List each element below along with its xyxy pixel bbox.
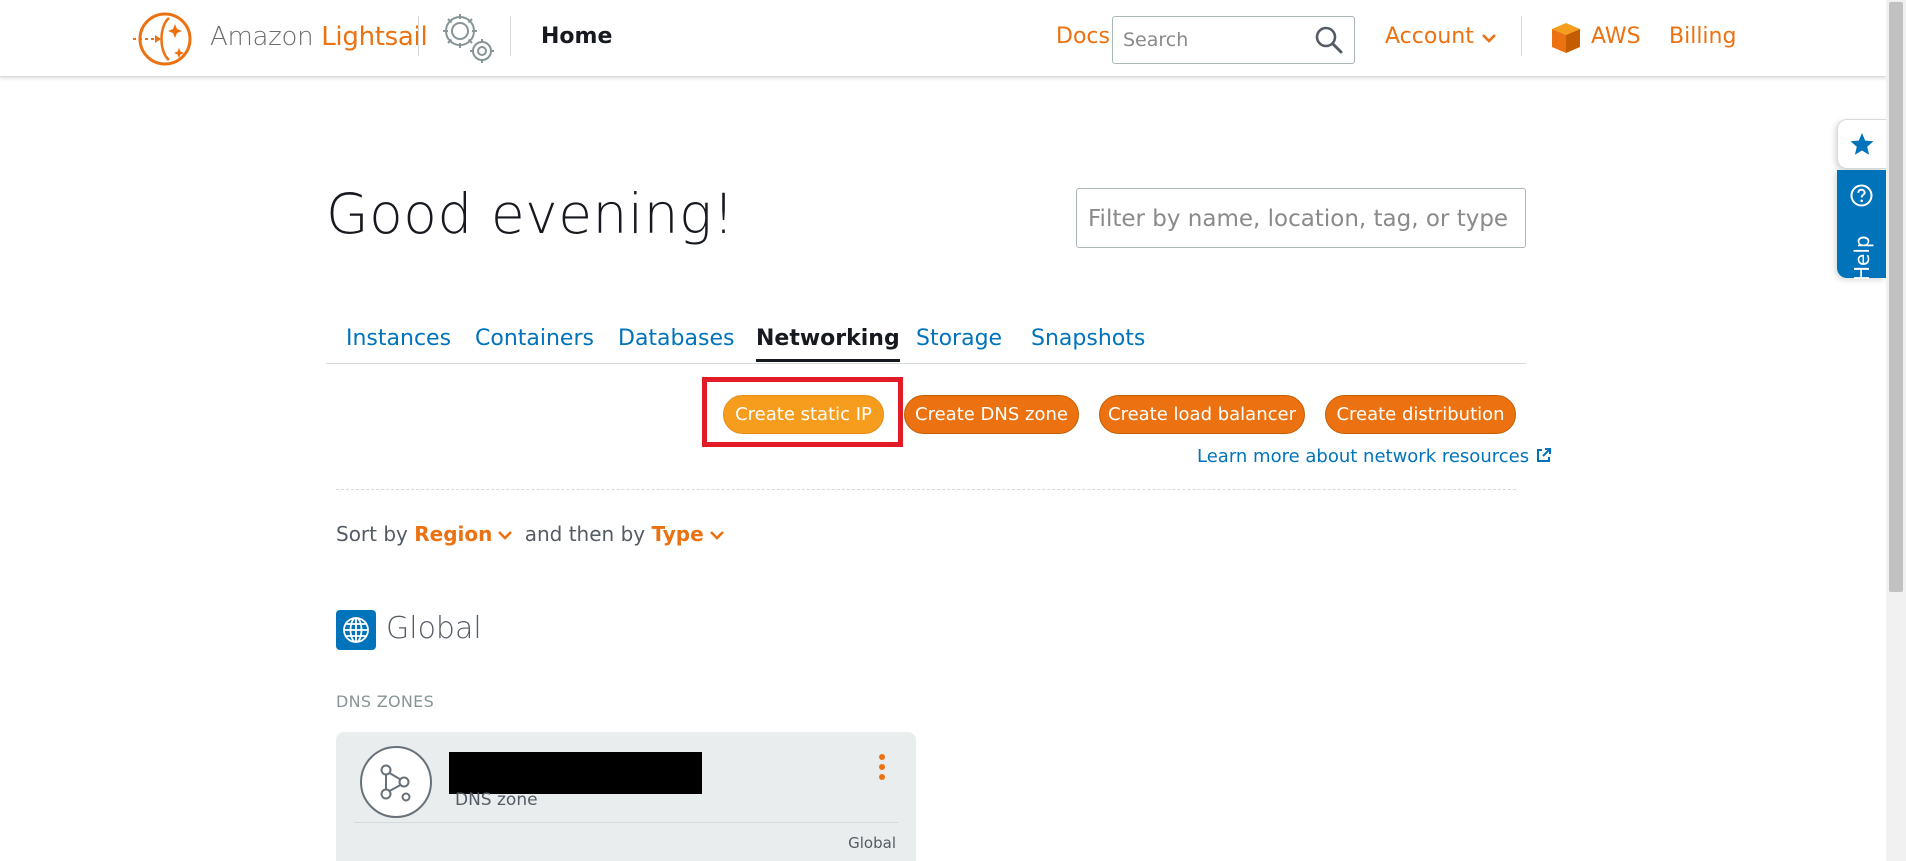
search-icon[interactable] (1314, 25, 1344, 55)
tab-snapshots[interactable]: Snapshots (1031, 326, 1145, 359)
favorites-tab[interactable] (1837, 119, 1886, 169)
sort-controls: Sort by Region and then by Type (336, 522, 724, 546)
create-distribution-button[interactable]: Create distribution (1325, 395, 1516, 434)
account-menu[interactable]: Account (1385, 24, 1496, 49)
divider (1521, 16, 1522, 56)
more-options-kebab-icon[interactable] (876, 754, 888, 780)
sort-middle-text: and then by (524, 522, 646, 546)
create-static-ip-button[interactable]: Create static IP (723, 395, 884, 434)
aws-cube-icon[interactable] (1551, 22, 1581, 54)
create-dns-zone-button[interactable]: Create DNS zone (904, 395, 1079, 434)
brand-amazon: Amazon (210, 22, 314, 52)
resource-type-label: DNS zone (455, 790, 538, 810)
divider (510, 16, 511, 56)
tab-containers[interactable]: Containers (475, 326, 594, 359)
top-navigation-bar: Amazon Lightsail Home Docs Account AWS B… (0, 0, 1886, 77)
sort-primary-label: Region (414, 522, 493, 546)
account-label: Account (1385, 24, 1474, 49)
section-divider (336, 489, 1516, 490)
chevron-down-icon (1481, 34, 1496, 43)
card-divider (354, 822, 898, 823)
tab-instances[interactable]: Instances (346, 326, 451, 359)
create-load-balancer-button[interactable]: Create load balancer (1099, 395, 1305, 434)
globe-icon (336, 610, 376, 650)
divider (418, 16, 419, 56)
resource-tabs: Instances Containers Databases Networkin… (326, 316, 1526, 364)
sort-secondary-dropdown[interactable]: Type (651, 522, 724, 546)
tab-networking[interactable]: Networking (756, 326, 900, 362)
settings-gears-icon[interactable] (436, 9, 496, 65)
chevron-down-icon (709, 531, 724, 540)
filter-input[interactable] (1088, 204, 1508, 234)
question-circle-icon (1850, 184, 1873, 207)
search-input[interactable] (1123, 27, 1303, 53)
page-breadcrumb-home: Home (541, 24, 613, 49)
tab-databases[interactable]: Databases (618, 326, 734, 359)
sort-prefix: Sort by (336, 522, 408, 546)
chevron-down-icon (498, 531, 513, 540)
dns-zone-card[interactable]: DNS zone Global (336, 732, 916, 861)
docs-link[interactable]: Docs (1056, 24, 1110, 49)
dns-zones-section-label: DNS ZONES (336, 692, 435, 711)
external-link-icon (1537, 448, 1552, 462)
tab-storage[interactable]: Storage (916, 326, 1002, 359)
page-greeting: Good evening! (326, 182, 736, 246)
brand-lightsail: Lightsail (321, 22, 428, 52)
redacted-zone-name[interactable] (449, 752, 702, 794)
brand-name[interactable]: Amazon Lightsail (210, 22, 428, 52)
sort-primary-dropdown[interactable]: Region (414, 522, 513, 546)
lightsail-logo-icon[interactable] (131, 10, 197, 68)
scrollbar-thumb[interactable] (1889, 2, 1903, 592)
learn-more-label: Learn more about network resources (1197, 446, 1530, 467)
region-title: Global (386, 611, 482, 646)
global-search (1112, 16, 1355, 64)
billing-link[interactable]: Billing (1669, 24, 1736, 49)
star-icon (1850, 133, 1874, 155)
help-label: Help (1850, 235, 1874, 281)
help-tab[interactable]: Help (1837, 170, 1886, 281)
aws-console-link[interactable]: AWS (1591, 24, 1641, 49)
sort-secondary-label: Type (651, 522, 704, 546)
learn-more-link[interactable]: Learn more about network resources (1197, 446, 1552, 467)
resource-region-label: Global (848, 834, 896, 852)
dns-zone-icon (360, 746, 432, 818)
resource-filter (1076, 188, 1526, 248)
